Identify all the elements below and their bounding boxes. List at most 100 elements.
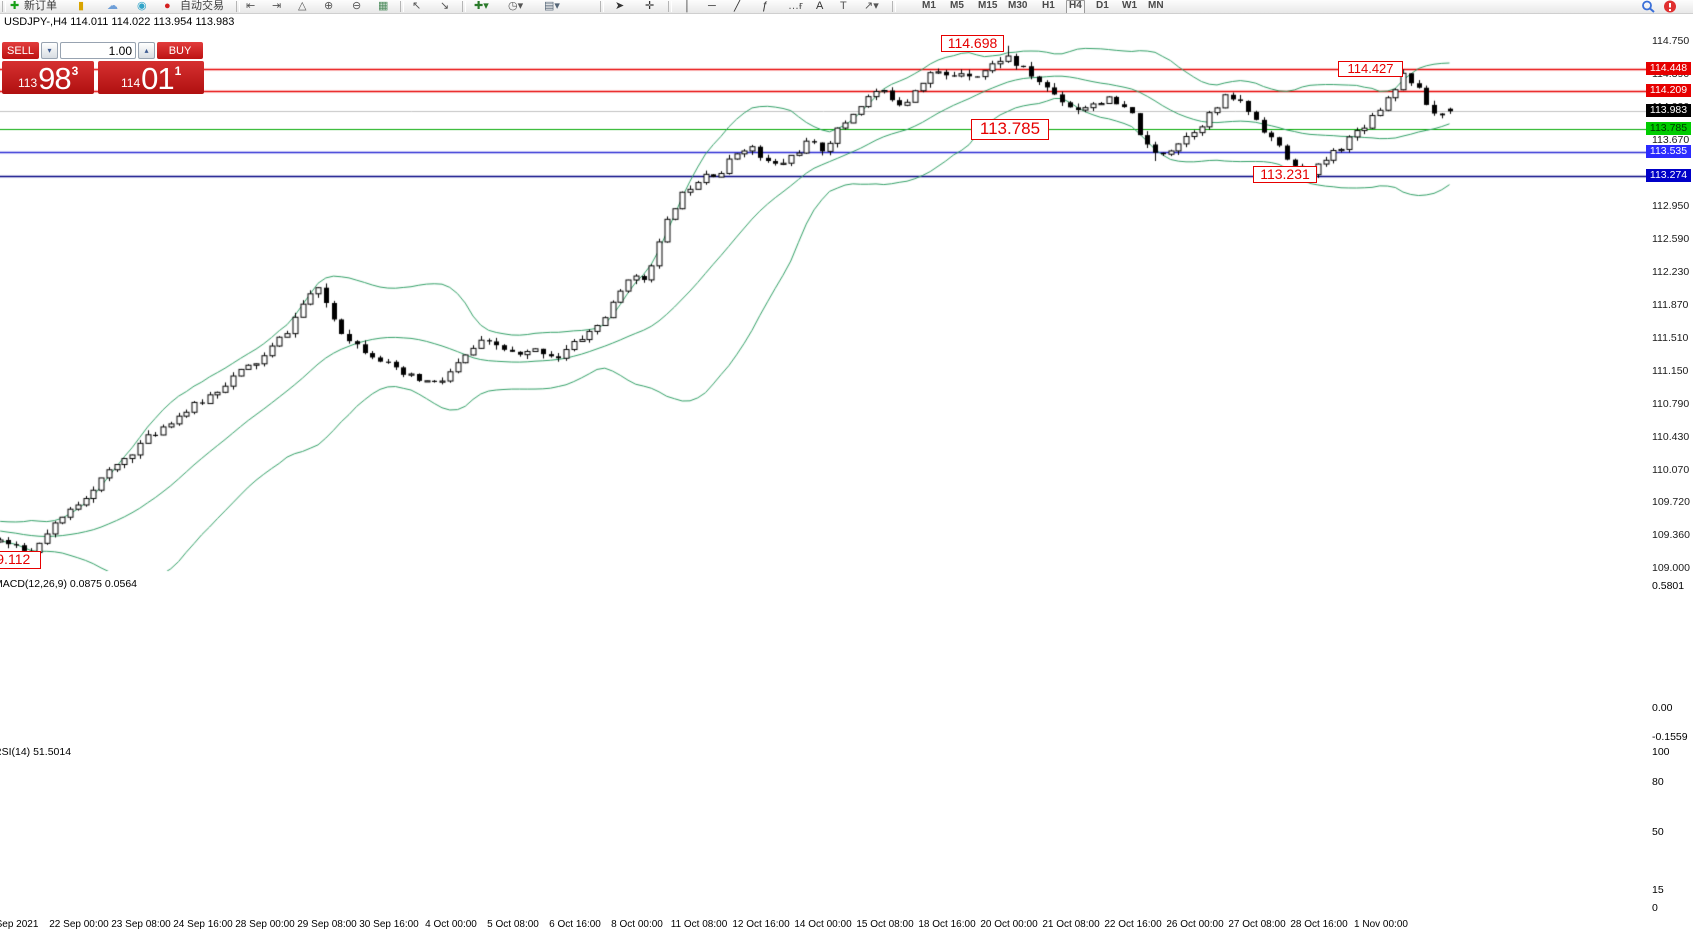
price-annotation-label: 113.231: [1253, 166, 1317, 183]
toolbar-separator: [236, 1, 240, 12]
time-label: 22 Oct 16:00: [1104, 919, 1161, 930]
price-annotation-label: 109.112: [0, 551, 41, 569]
toolbar-text-label-icon[interactable]: T: [840, 0, 847, 13]
timeframe-H4[interactable]: H4: [1066, 0, 1085, 14]
timeframe-M5[interactable]: M5: [948, 0, 966, 13]
time-label: 24 Sep 16:00: [173, 919, 233, 930]
time-label: Sep 2021: [0, 919, 38, 930]
macd-scale-label: 0.5801: [1652, 580, 1684, 592]
toolbar-trendline-icon[interactable]: ╱: [734, 0, 741, 13]
price-tick: 111.150: [1652, 365, 1688, 377]
toolbar-text-icon[interactable]: A: [816, 0, 823, 13]
timeframe-MN[interactable]: MN: [1146, 0, 1166, 13]
time-label: 28 Sep 00:00: [235, 919, 295, 930]
timeframe-H1[interactable]: H1: [1040, 0, 1057, 13]
toolbar-auto-scroll-icon[interactable]: △: [298, 0, 306, 13]
price-tick: 110.070: [1652, 464, 1689, 476]
toolbar-new-order-label[interactable]: 新订单: [24, 0, 57, 13]
toolbar-zoom-in-icon[interactable]: ⊕: [324, 0, 333, 13]
toolbar-crosshair-icon[interactable]: ✛: [645, 0, 654, 13]
toolbar-cursor-icon[interactable]: ➤: [615, 0, 624, 13]
timeframe-D1[interactable]: D1: [1094, 0, 1111, 13]
toolbar-cloud-icon[interactable]: ☁: [107, 0, 118, 13]
toolbar-fibonacci-icon[interactable]: ƒ: [762, 0, 768, 13]
time-label: 28 Oct 16:00: [1290, 919, 1347, 930]
volume-decrease-button[interactable]: ▾: [41, 42, 58, 59]
price-annotation-label: 114.698: [941, 35, 1004, 52]
main-toolbar: ✚ 新订单 ▮ ☁ ◉ ● 自动交易 ⇤ ⇥ △ ⊕ ⊖ ▦ ↖ ↘ ✚▾ ◷▾ ▤▾ ➤ ✛ │ ─ ╱ ƒ …ғ A T ↗▾ M1…: [0, 0, 1693, 14]
price-tick: 109.000: [1652, 562, 1690, 574]
toolbar-separator: [668, 1, 672, 12]
time-label: 11 Oct 08:00: [671, 919, 728, 930]
macd-scale-label: 0.00: [1652, 702, 1672, 714]
price-tick: 109.720: [1652, 496, 1690, 508]
toolbar-separator: [600, 1, 604, 12]
time-label: 4 Oct 00:00: [425, 919, 477, 930]
ask-point: 1: [175, 64, 182, 78]
toolbar-separator: [400, 1, 404, 12]
price-tick: 111.510: [1652, 332, 1688, 344]
time-label: 27 Oct 08:00: [1228, 919, 1285, 930]
time-label: 5 Oct 08:00: [487, 919, 539, 930]
price-tick: 112.950: [1652, 200, 1689, 212]
time-label: 22 Sep 00:00: [49, 919, 109, 930]
ask-price-display[interactable]: 114 01 1: [98, 61, 204, 94]
price-badge: 113.274: [1646, 169, 1691, 182]
volume-increase-button[interactable]: ▴: [138, 42, 155, 59]
price-badge: 114.209: [1646, 84, 1691, 97]
toolbar-gold-icon[interactable]: ▮: [78, 0, 84, 13]
toolbar-new-order-icon[interactable]: ✚: [10, 0, 19, 13]
toolbar-horizontal-line-icon[interactable]: ─: [708, 0, 716, 13]
price-annotation-label: 114.427: [1338, 61, 1403, 77]
toolbar-chart-shift-right-icon[interactable]: ⇥: [272, 0, 281, 13]
price-annotation-label: 113.785: [971, 119, 1049, 140]
buy-button[interactable]: BUY: [157, 42, 203, 59]
toolbar-add-indicator-icon[interactable]: ✚▾: [474, 0, 489, 13]
price-tick: 112.230: [1652, 266, 1689, 278]
toolbar-templates-icon[interactable]: ▤▾: [544, 0, 560, 13]
toolbar-periods-icon[interactable]: ◷▾: [508, 0, 523, 13]
rsi-scale-label: 15: [1652, 884, 1664, 896]
toolbar-tile-windows-icon[interactable]: ▦: [378, 0, 388, 13]
price-badge: 113.785: [1646, 122, 1691, 135]
toolbar-separator: [2, 1, 6, 12]
price-tick: 112.590: [1652, 233, 1689, 245]
toolbar-chart-shift-left-icon[interactable]: ⇤: [246, 0, 255, 13]
toolbar-arrows-icon[interactable]: ↗▾: [864, 0, 879, 13]
toolbar-chart-in-icon[interactable]: ↖: [412, 0, 421, 13]
time-label: 15 Oct 08:00: [856, 919, 913, 930]
bid-price-display[interactable]: 113 98 3: [2, 61, 94, 94]
time-label: 18 Oct 16:00: [918, 919, 975, 930]
timeframe-M1[interactable]: M1: [920, 0, 938, 13]
toolbar-autotrade-icon[interactable]: ●: [164, 0, 171, 13]
one-click-trade-panel: SELL ▾ ▴ BUY 113 98 3 114 01 1: [2, 42, 204, 94]
toolbar-vertical-line-icon[interactable]: │: [684, 0, 691, 13]
macd-scale-label: -0.1559: [1652, 731, 1688, 743]
time-label: 26 Oct 00:00: [1166, 919, 1223, 930]
price-badge: 114.448: [1646, 62, 1691, 75]
bid-point: 3: [72, 64, 79, 78]
timeframe-M15[interactable]: M15: [976, 0, 999, 13]
sell-button[interactable]: SELL: [2, 42, 39, 59]
price-tick: 111.870: [1652, 299, 1688, 311]
ask-pips: 01: [141, 64, 173, 94]
timeframe-W1[interactable]: W1: [1120, 0, 1139, 13]
toolbar-autotrade-label[interactable]: 自动交易: [180, 0, 224, 13]
price-tick: 109.360: [1652, 529, 1690, 541]
toolbar-zoom-out-icon[interactable]: ⊖: [352, 0, 361, 13]
notification-icon[interactable]: [1663, 0, 1677, 13]
time-label: 21 Oct 08:00: [1042, 919, 1099, 930]
time-label: 14 Oct 00:00: [794, 919, 851, 930]
timeframe-M30[interactable]: M30: [1006, 0, 1029, 13]
toolbar-chart-out-icon[interactable]: ↘: [440, 0, 449, 13]
rsi-scale-label: 80: [1652, 776, 1664, 788]
toolbar-signal-icon[interactable]: ◉: [137, 0, 147, 13]
rsi-scale-label: 100: [1652, 746, 1670, 758]
toolbar-channel-icon[interactable]: …ғ: [788, 0, 803, 13]
search-icon[interactable]: [1641, 0, 1655, 13]
volume-input[interactable]: [60, 42, 136, 59]
time-label: 8 Oct 00:00: [611, 919, 663, 930]
price-badge: 113.535: [1646, 145, 1691, 158]
mt4-window: ✚ 新订单 ▮ ☁ ◉ ● 自动交易 ⇤ ⇥ △ ⊕ ⊖ ▦ ↖ ↘ ✚▾ ◷▾ ▤▾ ➤ ✛ │ ─ ╱ ƒ …ғ A T ↗▾ M1…: [0, 0, 1693, 935]
chart-canvas[interactable]: [0, 0, 1693, 935]
